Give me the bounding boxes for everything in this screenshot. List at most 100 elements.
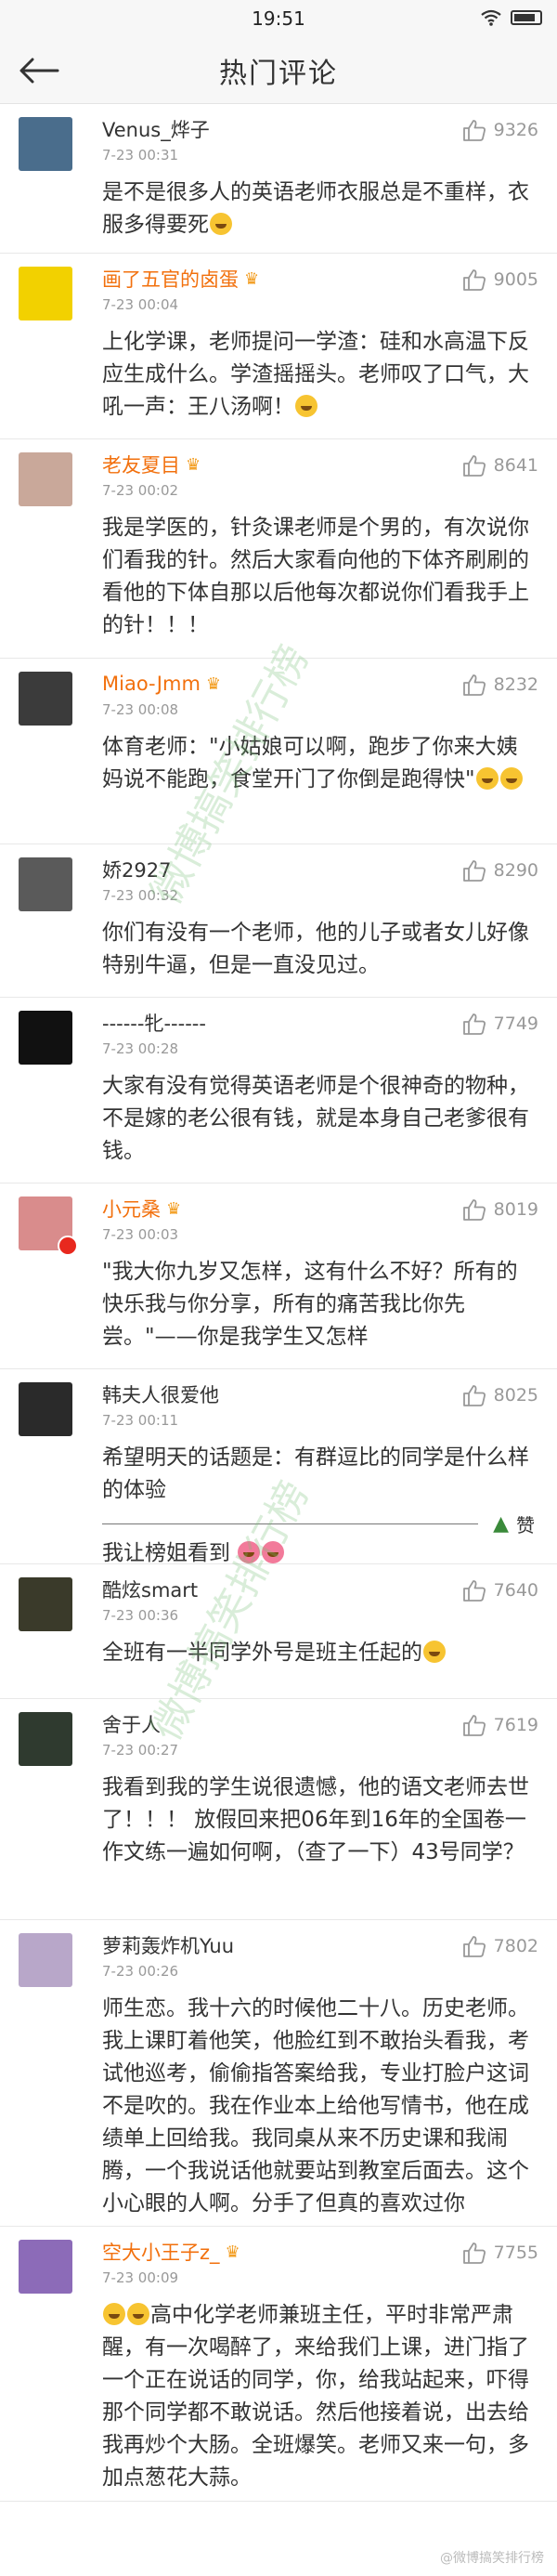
vip-crown-icon: ♛ <box>225 2242 240 2262</box>
zan-label[interactable]: 赞 <box>516 1510 535 1537</box>
comment-time: 7-23 00:02 <box>102 482 179 499</box>
like-button[interactable]: 7802 <box>462 1935 538 1957</box>
emoji-icon <box>499 767 523 790</box>
avatar[interactable] <box>19 267 72 320</box>
vip-crown-icon: ♛ <box>166 1198 182 1219</box>
comment-list[interactable]: Venus_烨子 7-23 00:31 9326 是不是很多人的英语老师衣服总是… <box>0 104 557 2502</box>
comment-item[interactable]: Venus_烨子 7-23 00:31 9326 是不是很多人的英语老师衣服总是… <box>0 104 557 254</box>
comment-text: 上化学课，老师提问一学渣：硅和水高温下反应生成什么。学渣摇摇头。老师叹了口气，大… <box>102 330 529 419</box>
like-count: 8019 <box>493 1199 538 1220</box>
comment-item[interactable]: 小元桑 ♛ 7-23 00:03 8019 "我大你九岁又怎样，这有什么不好？所有… <box>0 1183 557 1369</box>
like-button[interactable]: 8019 <box>462 1198 538 1221</box>
comment-item[interactable]: 萝莉轰炸机Yuu 7-23 00:26 7802 师生恋。我十六的时候他二十八。… <box>0 1920 557 2227</box>
divider <box>102 1523 479 1524</box>
comment-text: 我是学医的，针灸课老师是个男的，有次说你们看我的针。然后大家看向他的下体齐刷刷的… <box>102 516 529 637</box>
thumbs-up-icon <box>462 269 486 291</box>
thumbs-up-icon <box>462 1385 486 1406</box>
emoji-icon <box>423 1641 446 1663</box>
username[interactable]: Miao-Jmm <box>102 673 201 695</box>
username[interactable]: ------牝------ <box>102 1009 206 1037</box>
avatar[interactable] <box>19 2240 72 2294</box>
avatar[interactable] <box>19 1382 72 1436</box>
avatar[interactable] <box>19 857 72 911</box>
username[interactable]: 娇2927 <box>102 856 171 883</box>
avatar[interactable] <box>19 1712 72 1766</box>
back-button[interactable] <box>19 52 63 89</box>
thumbs-up-icon <box>462 1013 486 1035</box>
comment-time: 7-23 00:03 <box>102 1226 179 1243</box>
comment-item[interactable]: 老友夏目 ♛ 7-23 00:02 8641 我是学医的，针灸课老师是个男的，有次… <box>0 439 557 659</box>
like-button[interactable]: 8232 <box>462 673 538 696</box>
emoji-icon <box>295 395 317 417</box>
username[interactable]: 舍于人 <box>102 1710 161 1738</box>
thumbs-up-icon <box>462 1580 486 1602</box>
username[interactable]: 小元桑 <box>102 1195 161 1223</box>
like-button[interactable]: 7749 <box>462 1013 538 1035</box>
comment-time: 7-23 00:08 <box>102 701 179 718</box>
avatar[interactable] <box>19 117 72 171</box>
like-button[interactable]: 7640 <box>462 1579 538 1602</box>
comment-time: 7-23 00:28 <box>102 1040 179 1057</box>
comment-item[interactable]: 空大小王子z_ ♛ 7-23 00:09 7755 高中化学老师兼班主任，平时非常… <box>0 2227 557 2502</box>
like-button[interactable]: 7619 <box>462 1714 538 1736</box>
thumbs-up-icon <box>462 455 486 477</box>
like-count: 7619 <box>493 1715 538 1735</box>
comment-text: 是不是很多人的英语老师衣服总是不重样，衣服多得要死 <box>102 180 529 237</box>
emoji-icon <box>210 213 232 235</box>
like-count: 9326 <box>493 120 538 140</box>
avatar[interactable] <box>19 672 72 726</box>
comment-time: 7-23 00:09 <box>102 2269 179 2286</box>
comment-text: "我大你九岁又怎样，这有什么不好？所有的快乐我与你分享，所有的痛苦我比你先尝。"… <box>102 1260 518 1349</box>
comment-text: 全班有一半同学外号是班主任起的 <box>102 1637 535 1669</box>
verified-badge-icon <box>58 1236 78 1256</box>
thumbs-up-icon <box>462 1936 486 1957</box>
username[interactable]: 酷炫smart <box>102 1576 198 1603</box>
comment-time: 7-23 00:32 <box>102 887 179 904</box>
username[interactable]: 空大小王子z_ <box>102 2238 220 2266</box>
like-button[interactable]: 8025 <box>462 1384 538 1406</box>
comment-item[interactable]: 韩夫人很爱他 7-23 00:11 8025 希望明天的话题是：有群逗比的同学是… <box>0 1369 557 1565</box>
thumbs-up-icon <box>462 1715 486 1736</box>
like-count: 7640 <box>493 1580 538 1601</box>
like-button[interactable]: 9005 <box>462 268 538 291</box>
thumbs-up-icon <box>462 860 486 882</box>
thumbs-up-icon <box>462 1199 486 1221</box>
comment-text: 希望明天的话题是：有群逗比的同学是什么样的体验 <box>102 1445 529 1502</box>
like-count: 8641 <box>493 455 538 476</box>
like-button[interactable]: 8641 <box>462 454 538 477</box>
wifi-icon <box>481 9 501 26</box>
status-time: 19:51 <box>252 7 305 30</box>
comment-time: 7-23 00:31 <box>102 147 179 163</box>
thumbs-up-icon <box>462 674 486 696</box>
emoji-icon <box>262 1541 285 1563</box>
avatar[interactable] <box>19 1577 72 1631</box>
like-button[interactable]: 9326 <box>462 119 538 141</box>
comment-text: 高中化学老师兼班主任，平时非常严肃醒，有一次喝醉了，来给我们上课，进门指了一个正… <box>102 2303 529 2490</box>
username[interactable]: 萝莉轰炸机Yuu <box>102 1931 234 1959</box>
avatar[interactable] <box>19 1011 72 1065</box>
comment-time: 7-23 00:04 <box>102 296 179 313</box>
comment-text: 师生恋。我十六的时候他二十八。历史老师。我上课盯着他笑，他脸红到不敢抬头看我，考… <box>102 1996 529 2216</box>
comment-time: 7-23 00:27 <box>102 1742 179 1759</box>
username[interactable]: 韩夫人很爱他 <box>102 1380 219 1408</box>
comment-item[interactable]: 娇2927 7-23 00:32 8290 你们有没有一个老师，他的儿子或者女儿… <box>0 844 557 998</box>
username[interactable]: 老友夏目 <box>102 451 180 478</box>
nav-bar: 热门评论 <box>0 37 557 104</box>
back-arrow-icon <box>19 58 59 84</box>
username[interactable]: 画了五官的卤蛋 <box>102 265 239 293</box>
like-button[interactable]: 7755 <box>462 2242 538 2264</box>
username[interactable]: Venus_烨子 <box>102 115 210 143</box>
like-count: 7755 <box>493 2243 538 2263</box>
tree-icon: ▲ <box>493 1512 509 1536</box>
avatar[interactable] <box>19 1933 72 1987</box>
comment-item[interactable]: 画了五官的卤蛋 ♛ 7-23 00:04 9005 上化学课，老师提问一学渣：硅和… <box>0 254 557 439</box>
like-button[interactable]: 8290 <box>462 859 538 882</box>
comment-item[interactable]: 舍于人 7-23 00:27 7619 我看到我的学生说很遗憾，他的语文老师去世… <box>0 1699 557 1920</box>
emoji-icon <box>127 2303 149 2325</box>
avatar[interactable] <box>19 452 72 506</box>
comment-item[interactable]: ------牝------ 7-23 00:28 7749 大家有没有觉得英语老… <box>0 998 557 1183</box>
comment-item[interactable]: Miao-Jmm ♛ 7-23 00:08 8232 体育老师："小姑娘可以啊，跑… <box>0 659 557 844</box>
emoji-icon <box>238 1541 261 1563</box>
thumbs-up-icon <box>462 2243 486 2264</box>
comment-item[interactable]: 酷炫smart 7-23 00:36 7640 全班有一半同学外号是班主任起的 <box>0 1564 557 1699</box>
